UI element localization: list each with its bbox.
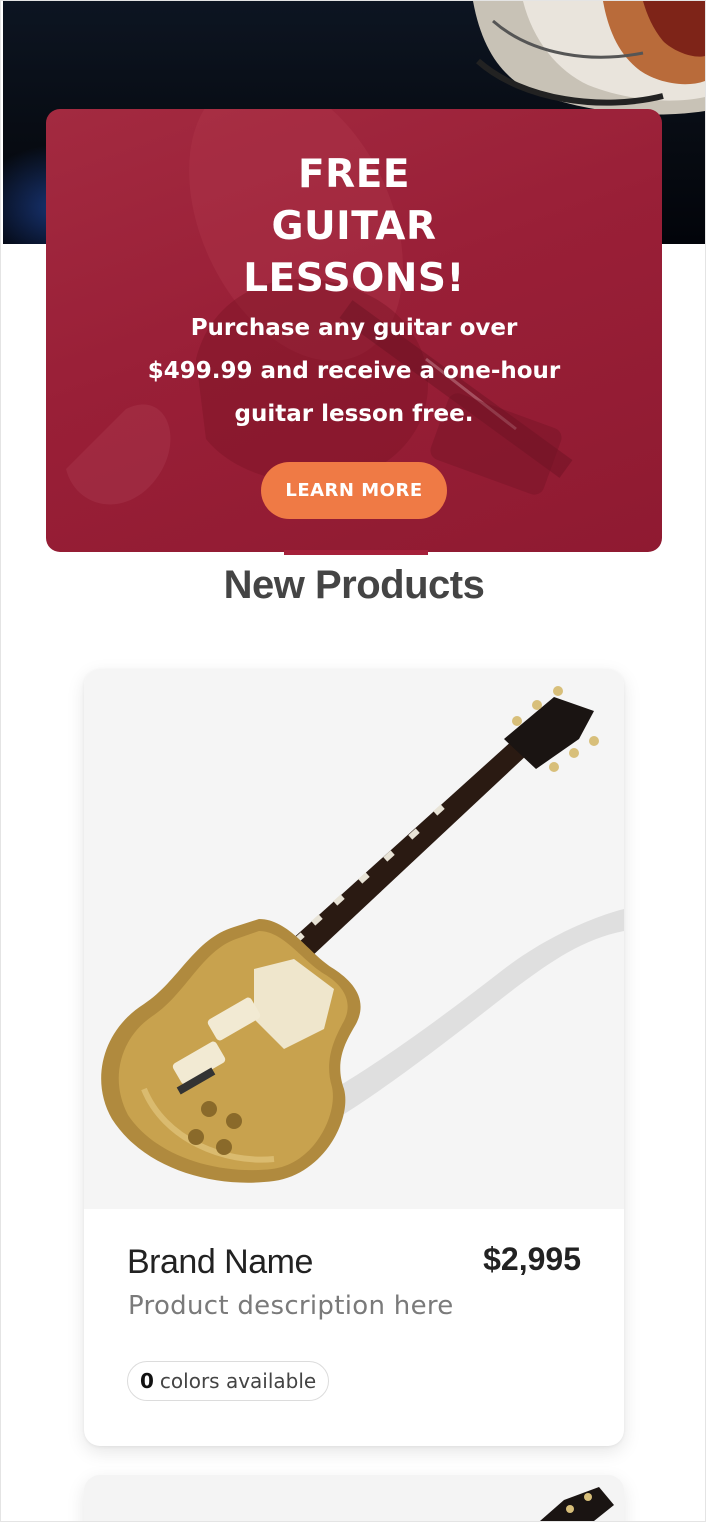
page: FREE GUITAR LESSONS! Purchase any guitar… [0, 0, 706, 1522]
product-card[interactable]: Brand Name $2,995 Product description he… [84, 669, 624, 1446]
promo-banner: FREE GUITAR LESSONS! Purchase any guitar… [46, 109, 662, 552]
product-description: Product description here [128, 1291, 454, 1321]
gold-electric-guitar-icon [101, 686, 624, 1183]
promo-subtitle: Purchase any guitar over $499.99 and rec… [147, 315, 561, 427]
guitar-headstock-icon [540, 1487, 614, 1521]
section-title: New Products [223, 563, 485, 607]
learn-more-button[interactable]: LEARN MORE [261, 462, 447, 519]
promo-title-line: LESSONS! [243, 256, 465, 301]
promo-title: FREE GUITAR LESSONS! [46, 149, 662, 305]
product-image[interactable] [84, 669, 624, 1209]
product-card[interactable] [84, 1475, 624, 1521]
section-accent-line [284, 550, 428, 555]
colors-count: 0 [140, 1369, 154, 1393]
product-brand[interactable]: Brand Name [127, 1242, 313, 1282]
promo-title-line: FREE [298, 152, 410, 197]
product-price: $2,995 [483, 1241, 581, 1277]
colors-label: colors available [159, 1369, 317, 1393]
colors-available-badge: 0 colors available [127, 1361, 330, 1401]
promo-title-line: GUITAR [271, 204, 437, 249]
